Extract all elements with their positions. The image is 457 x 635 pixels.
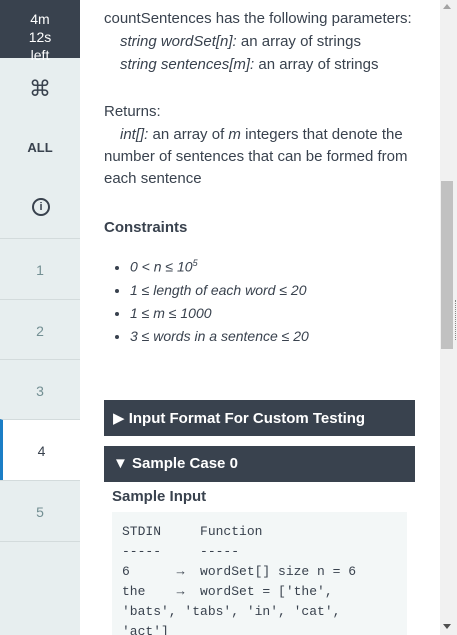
param-sentences-type: string sentences[m]:: [120, 56, 255, 73]
constraint-superscript: 5: [192, 258, 198, 268]
code-line: the → wordSet = ['the',: [122, 584, 333, 599]
question-item-5[interactable]: 5: [0, 480, 80, 541]
code-line: ----- -----: [122, 544, 240, 559]
returns-desc: int[]: an array of m integers that denot…: [104, 124, 419, 190]
constraint-item: 1 ≤ length of each word ≤ 20: [130, 279, 419, 302]
all-questions-button[interactable]: ALL: [0, 140, 80, 155]
constraint-item: 0 < n ≤ 105: [130, 252, 419, 279]
sidebar-empty: [0, 541, 80, 635]
info-icon[interactable]: i: [32, 198, 50, 216]
problem-panel: countSentences has the following paramet…: [80, 0, 440, 635]
code-line: 6 → wordSet[] size n = 6: [122, 564, 357, 579]
param-sentences-desc: an array of strings: [254, 56, 379, 73]
constraints-heading: Constraints: [104, 219, 188, 236]
returns-m: m: [228, 126, 241, 143]
sample-case-toggle[interactable]: ▼ Sample Case 0: [104, 446, 415, 482]
input-format-toggle[interactable]: ▶ Input Format For Custom Testing: [104, 400, 415, 436]
question-item-2[interactable]: 2: [0, 299, 80, 360]
scroll-down-arrow-icon[interactable]: [443, 624, 451, 629]
question-item-3[interactable]: 3: [0, 359, 80, 420]
code-line: 'bats', 'tabs', 'in', 'cat',: [122, 604, 341, 619]
returns-label: Returns:: [104, 103, 161, 120]
sample-input-code: STDIN Function ----- ----- 6 → wordSet[] s…: [112, 512, 407, 635]
constraint-item: 3 ≤ words in a sentence ≤ 20: [130, 325, 419, 348]
param-wordset-desc: an array of strings: [236, 33, 361, 50]
question-item-4[interactable]: 4: [0, 419, 80, 480]
constraints-list: 0 < n ≤ 105 1 ≤ length of each word ≤ 20…: [104, 252, 419, 348]
returns-type: int[]:: [120, 126, 149, 143]
param-wordset: string wordSet[n]: an array of strings: [120, 31, 419, 53]
constraint-item: 1 ≤ m ≤ 1000: [130, 302, 419, 325]
scroll-up-arrow-icon[interactable]: [443, 4, 451, 9]
question-item-1[interactable]: 1: [0, 238, 80, 299]
returns-desc-a: an array of: [148, 126, 229, 143]
problem-statement: countSentences has the following paramet…: [104, 0, 419, 348]
param-wordset-type: string wordSet[n]:: [120, 33, 237, 50]
code-line: 'act']: [122, 624, 169, 635]
code-line: STDIN Function: [122, 524, 263, 539]
sample-input-label: Sample Input: [112, 488, 207, 505]
timer: 4m 12s left: [0, 0, 80, 63]
constraint-text: 0 < n ≤ 10: [130, 258, 193, 275]
command-icon[interactable]: ⌘: [0, 76, 80, 102]
timer-text: 4m 12s left: [28, 11, 52, 63]
param-sentences: string sentences[m]: an array of strings: [120, 54, 419, 76]
params-intro: countSentences has the following paramet…: [104, 10, 412, 27]
scrollbar-thumb[interactable]: [441, 181, 453, 349]
sidebar: 4m 12s left ⌘ ALL i 1 2 3 4 5: [0, 0, 80, 635]
